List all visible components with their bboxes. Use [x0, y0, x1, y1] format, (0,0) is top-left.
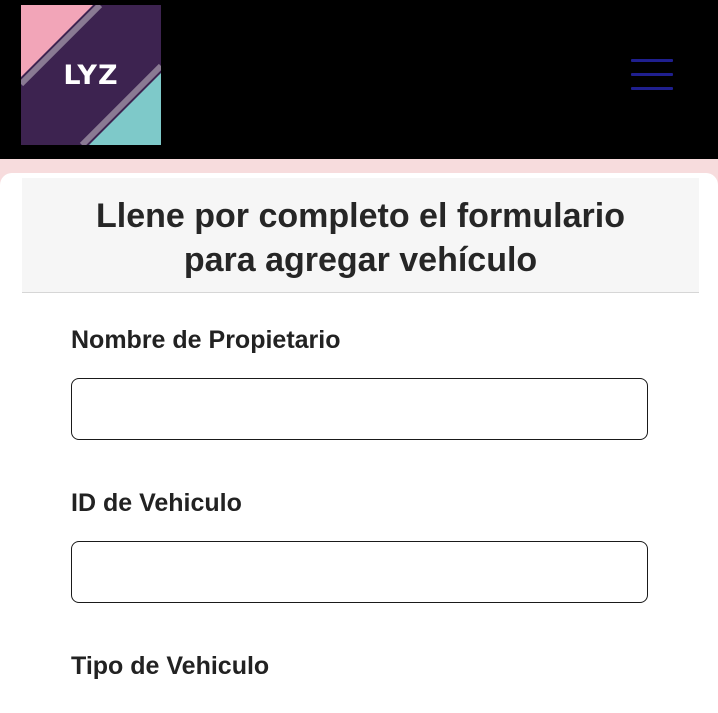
- top-navigation-bar: LYZ: [0, 0, 718, 159]
- menu-bar: [631, 87, 673, 90]
- menu-bar: [631, 59, 673, 62]
- vehicle-id-label: ID de Vehiculo: [71, 489, 242, 517]
- form-header: Llene por completo el formulario para agr…: [22, 178, 699, 293]
- vehicle-form-card: Llene por completo el formulario para agr…: [0, 173, 718, 713]
- logo-text: LYZ: [63, 59, 119, 91]
- form-title: Llene por completo el formulario para agr…: [22, 194, 699, 282]
- form-title-line2: para agregar vehículo: [183, 241, 538, 279]
- vehicle-type-label: Tipo de Vehiculo: [71, 652, 270, 680]
- owner-name-input[interactable]: [71, 378, 648, 440]
- lyz-logo[interactable]: LYZ: [21, 5, 161, 145]
- hamburger-menu-icon[interactable]: [624, 55, 680, 95]
- menu-bar: [631, 73, 673, 76]
- owner-name-label: Nombre de Propietario: [71, 326, 341, 354]
- vehicle-id-input[interactable]: [71, 541, 648, 603]
- form-title-line1: Llene por completo el formulario: [96, 197, 625, 235]
